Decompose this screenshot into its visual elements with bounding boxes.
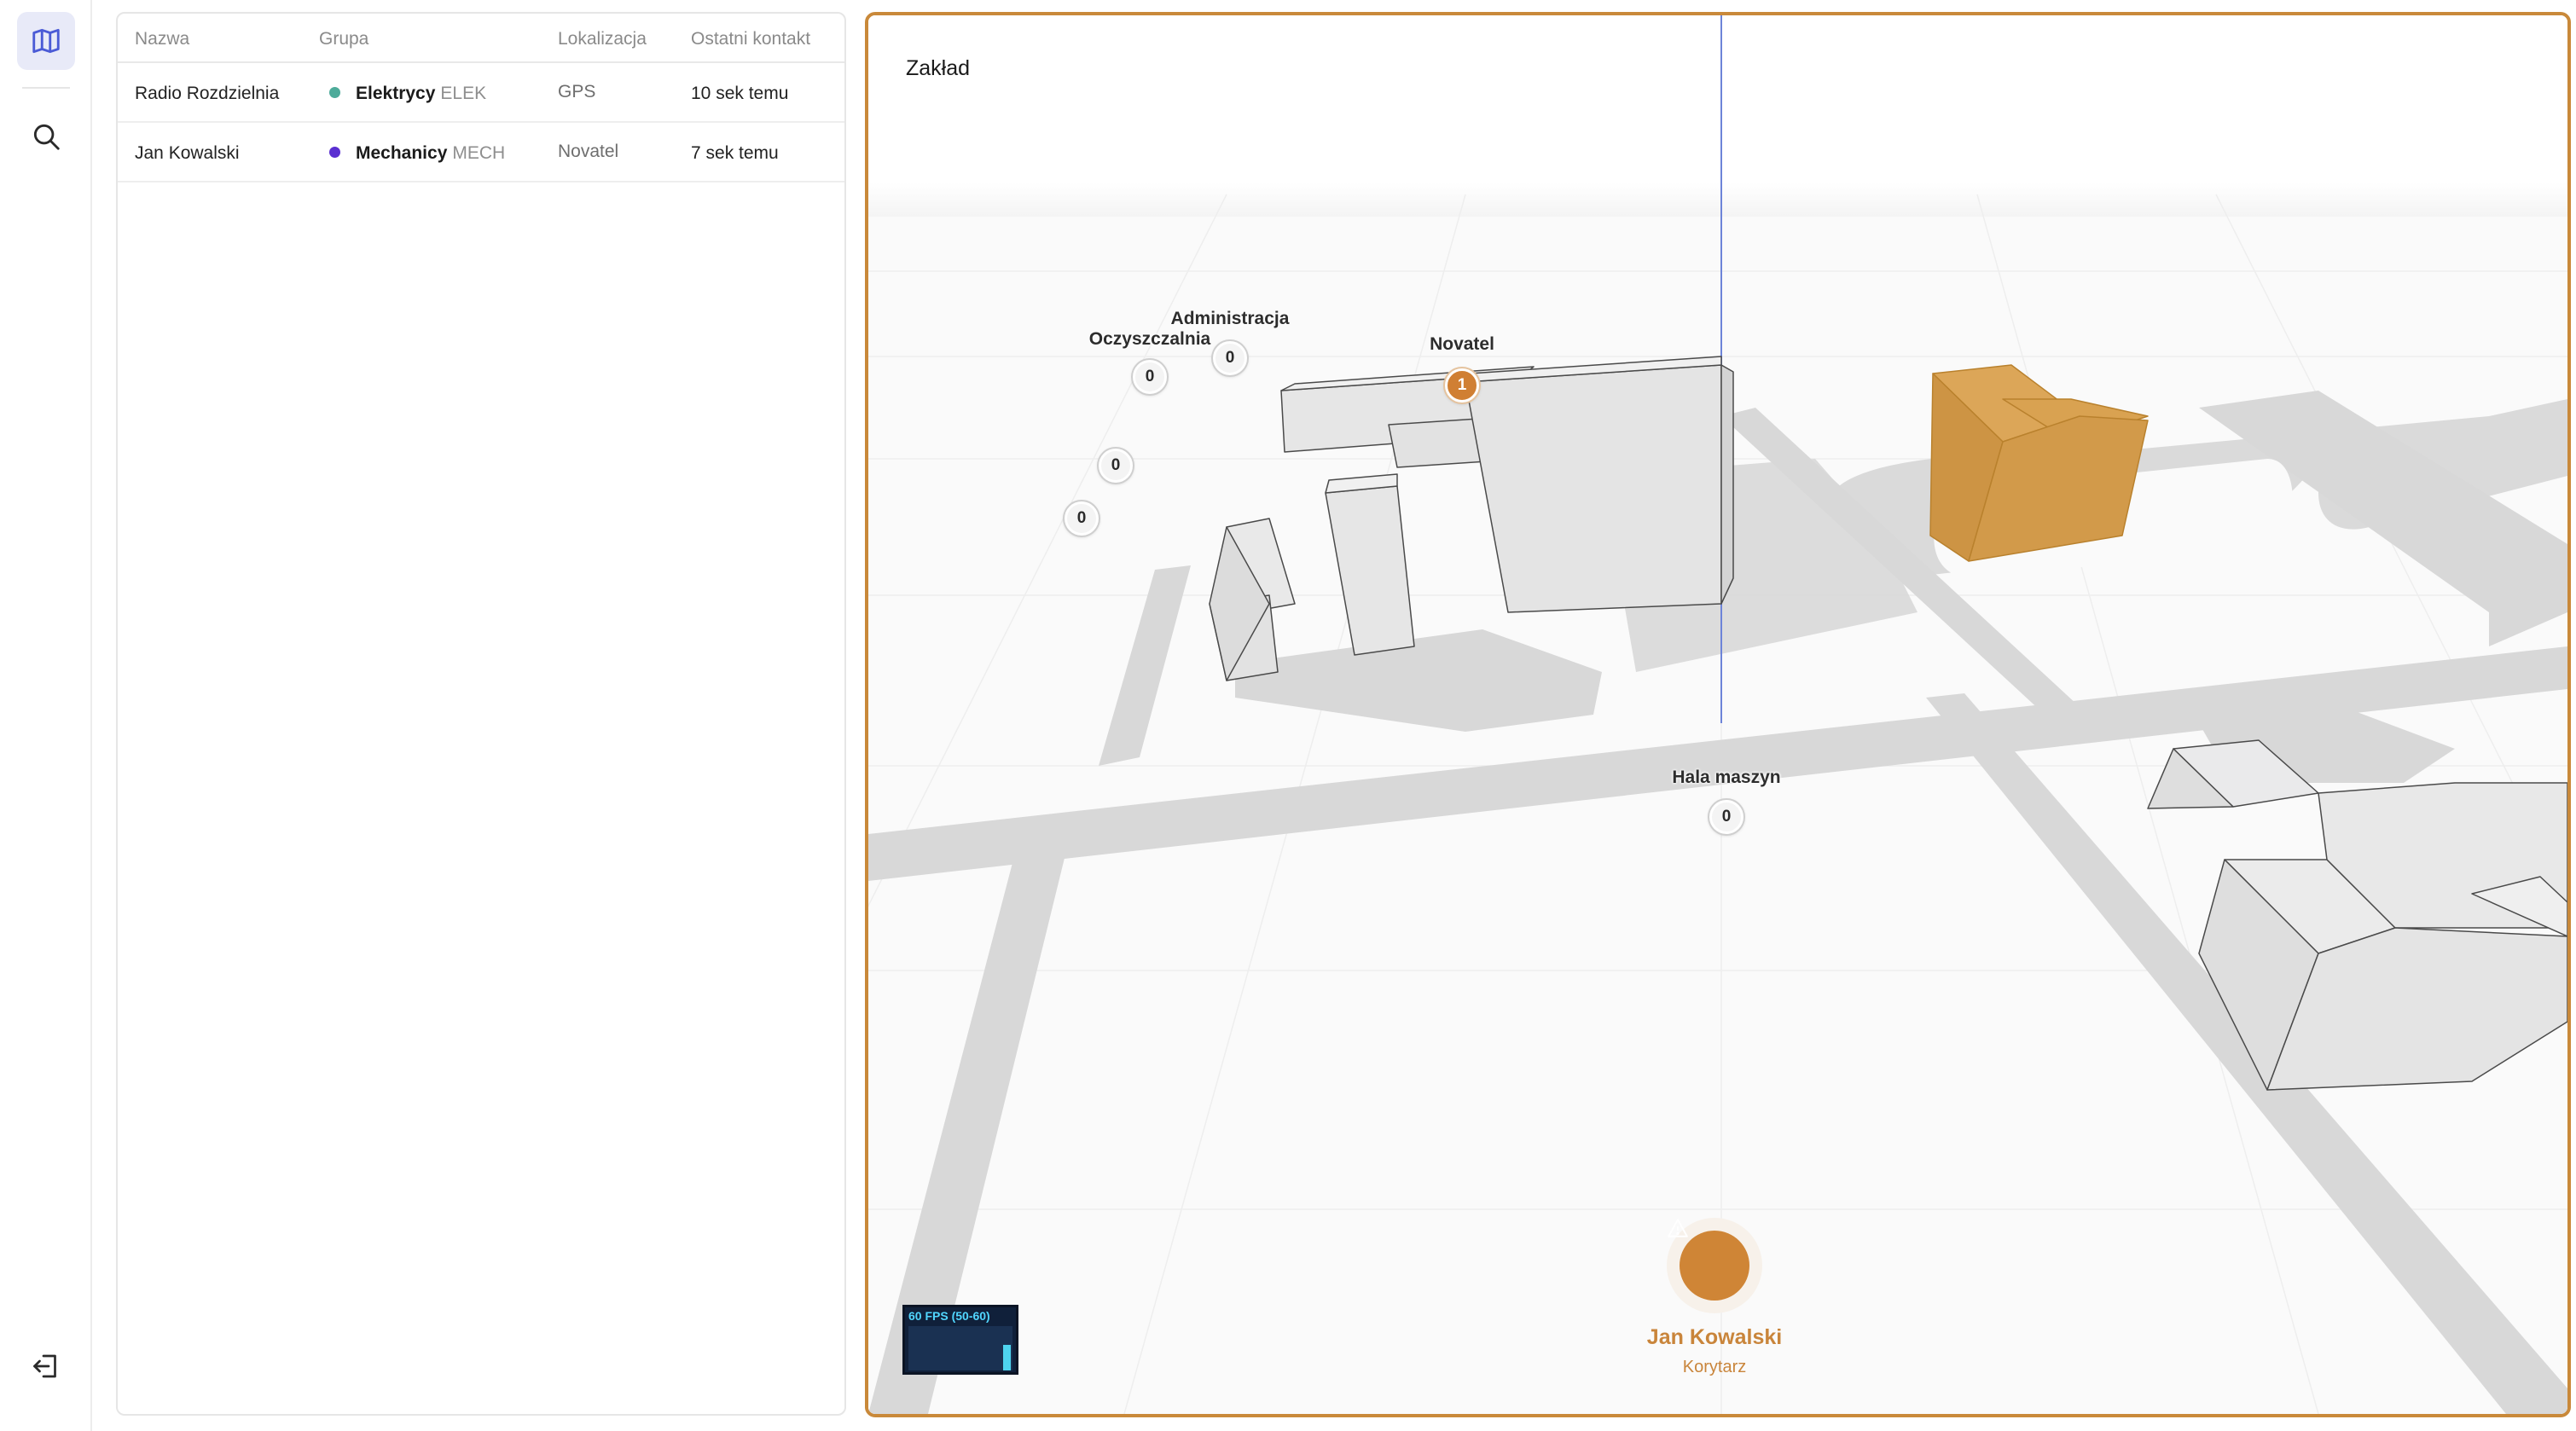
- header-last-contact[interactable]: Ostatni kontakt: [691, 29, 810, 49]
- group-name: Elektrycy: [356, 84, 436, 103]
- building-count-badge[interactable]: 0: [1065, 501, 1099, 536]
- table-row[interactable]: Jan Kowalski Mechanicy MECH Novatel 7 sek…: [118, 123, 844, 182]
- personnel-table: Nazwa Grupa Lokalizacja Ostatni kontakt …: [116, 12, 846, 1416]
- fps-graph: [908, 1326, 1012, 1370]
- warning-icon: [1668, 1219, 1688, 1237]
- building-count-badge[interactable]: 0: [1213, 341, 1247, 375]
- group-code: ELEK: [440, 84, 487, 103]
- building-label-administracja[interactable]: Administracja: [1171, 309, 1290, 329]
- building-count-badge[interactable]: 0: [1099, 449, 1133, 483]
- person-name[interactable]: Jan Kowalski: [1647, 1325, 1782, 1350]
- group-color-dot: [329, 87, 340, 98]
- table-row[interactable]: Radio Rozdzielnia Elektrycy ELEK GPS 10 s…: [118, 63, 844, 123]
- rail-divider: [90, 0, 92, 1431]
- building-count-badge[interactable]: 0: [1709, 800, 1743, 834]
- building-count-badge[interactable]: 0: [1133, 360, 1167, 394]
- header-location[interactable]: Lokalizacja: [558, 29, 647, 49]
- row-name: Jan Kowalski: [135, 143, 240, 163]
- fps-meter: 60 FPS (50-60): [902, 1305, 1018, 1375]
- row-location: Novatel: [558, 142, 619, 161]
- search-icon: [33, 124, 60, 150]
- header-group[interactable]: Grupa: [319, 29, 368, 49]
- group-code: MECH: [452, 143, 506, 163]
- row-group: Mechanicy MECH: [329, 143, 505, 164]
- building-label-novatel[interactable]: Novatel: [1430, 334, 1494, 355]
- logout-icon: [33, 1354, 56, 1378]
- map-nav-button[interactable]: [17, 12, 75, 70]
- person-marker-circle[interactable]: [1668, 1219, 1749, 1301]
- search-nav-button[interactable]: [17, 107, 75, 165]
- fps-readout: 60 FPS (50-60): [908, 1309, 990, 1323]
- logout-button[interactable]: [17, 1337, 75, 1395]
- map-scene[interactable]: [868, 15, 2567, 1414]
- row-group: Elektrycy ELEK: [329, 84, 486, 104]
- map-icon: [32, 28, 60, 54]
- row-last-contact: 7 sek temu: [691, 143, 779, 163]
- group-color-dot: [329, 147, 340, 158]
- side-rail: [0, 0, 92, 1431]
- map-title: Zakład: [906, 56, 971, 80]
- row-location: GPS: [558, 82, 596, 101]
- building-label-oczyszczalnia[interactable]: Oczyszczalnia: [1089, 329, 1210, 350]
- group-name: Mechanicy: [356, 143, 448, 163]
- table-header: Nazwa Grupa Lokalizacja Ostatni kontakt: [118, 14, 844, 63]
- site-map[interactable]: Zakład Oczyszczalnia Administracja Novat…: [865, 12, 2571, 1417]
- person-location: Korytarz: [1682, 1358, 1747, 1376]
- row-last-contact: 10 sek temu: [691, 84, 789, 103]
- rail-separator: [22, 87, 70, 89]
- fps-bar: [1003, 1345, 1011, 1370]
- row-name: Radio Rozdzielnia: [135, 84, 280, 103]
- building-count-badge[interactable]: 1: [1445, 368, 1479, 403]
- person-marker[interactable]: [1667, 1218, 1762, 1313]
- building-label-hala-maszyn[interactable]: Hala maszyn: [1672, 768, 1780, 788]
- header-name[interactable]: Nazwa: [135, 29, 189, 49]
